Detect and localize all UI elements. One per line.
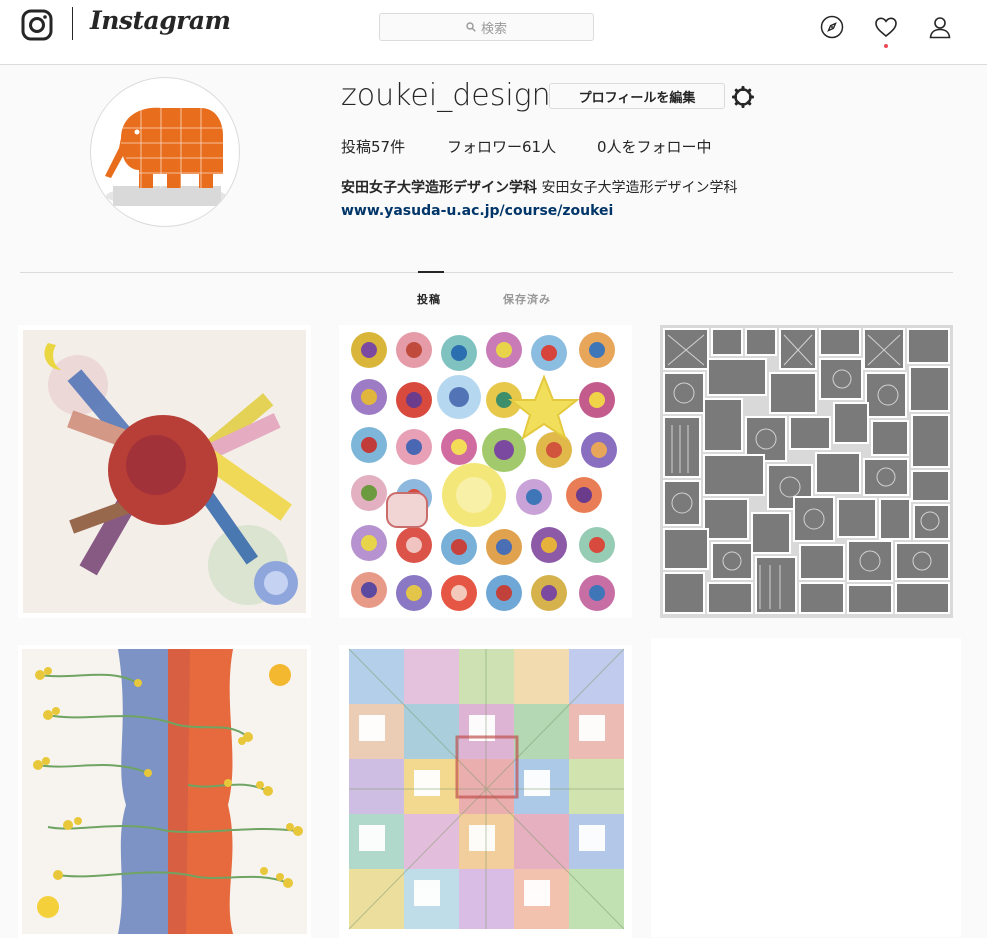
- post-thumbnail-3[interactable]: [660, 325, 953, 618]
- instagram-logo-icon[interactable]: [21, 9, 53, 41]
- post-thumbnail-4[interactable]: [18, 645, 311, 938]
- profile-avatar[interactable]: [90, 77, 240, 227]
- followers-count[interactable]: フォロワー61人: [447, 136, 556, 157]
- profile-full-name: 安田女子大学造形デザイン学科: [341, 180, 537, 196]
- post-image-circles-star: [339, 325, 632, 618]
- post-thumbnail-1[interactable]: [18, 325, 311, 618]
- user-icon[interactable]: [928, 15, 952, 39]
- notification-dot: [884, 44, 888, 48]
- post-thumbnail-2[interactable]: [339, 325, 632, 618]
- edit-profile-button[interactable]: プロフィールを編集: [549, 83, 725, 109]
- search-icon: [466, 22, 476, 32]
- following-count[interactable]: 0人をフォロー中: [597, 136, 712, 157]
- post-image-stamp-grid: [660, 325, 953, 618]
- instagram-wordmark[interactable]: Instagram: [90, 6, 231, 35]
- tab-posts[interactable]: 投稿: [417, 291, 441, 307]
- search-placeholder: 検索: [480, 21, 507, 37]
- top-navigation: Instagram 検索: [0, 0, 987, 65]
- post-image-rapeseed-flowers: [18, 645, 311, 938]
- profile-bio: 安田女子大学造形デザイン学科 安田女子大学造形デザイン学科: [341, 177, 737, 197]
- profile-username: zoukei_design: [341, 78, 551, 113]
- post-image-geometric-watercolor: [339, 645, 632, 938]
- compass-icon[interactable]: [820, 15, 844, 39]
- posts-count: 投稿57件: [341, 138, 406, 156]
- tab-saved[interactable]: 保存済み: [503, 291, 551, 307]
- gear-icon[interactable]: [731, 85, 755, 109]
- post-thumbnail-5[interactable]: [339, 645, 632, 938]
- tabs-divider: [20, 272, 953, 273]
- profile-bio-text: 安田女子大学造形デザイン学科: [541, 180, 738, 196]
- active-tab-indicator: [418, 271, 444, 273]
- elephant-logo-image: [105, 107, 226, 206]
- search-input[interactable]: 検索: [379, 13, 594, 41]
- profile-website-link[interactable]: www.yasuda-u.ac.jp/course/zoukei: [341, 203, 613, 219]
- logo-divider: [72, 7, 73, 40]
- post-image-radial-city: [18, 325, 311, 618]
- post-placeholder-empty: [651, 638, 961, 937]
- heart-icon[interactable]: [874, 15, 898, 39]
